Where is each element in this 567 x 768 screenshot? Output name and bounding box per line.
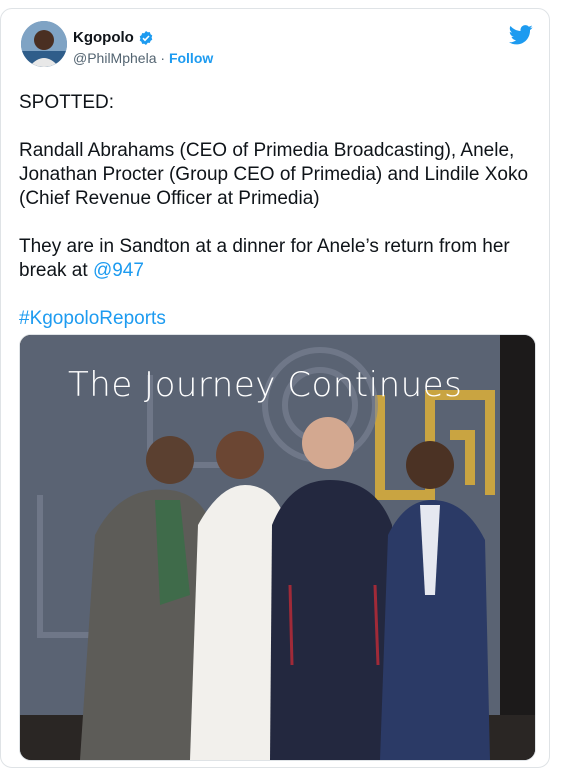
author-name-row: Kgopolo bbox=[73, 29, 154, 46]
handle[interactable]: @PhilMphela bbox=[73, 50, 156, 66]
tweet-card: Kgopolo @PhilMphela · Follow SPOTTED: Ra… bbox=[0, 8, 550, 768]
tweet-line-spotted: SPOTTED: bbox=[19, 92, 115, 113]
tweet-text: SPOTTED: Randall Abrahams (CEO of Primed… bbox=[19, 91, 531, 355]
tweet-photo[interactable]: The Journey Continues bbox=[19, 334, 536, 761]
display-name[interactable]: Kgopolo bbox=[73, 29, 134, 46]
handle-row: @PhilMphela · Follow bbox=[73, 50, 213, 66]
separator: · bbox=[160, 50, 166, 66]
twitter-bird-icon[interactable] bbox=[509, 25, 533, 45]
follow-button[interactable]: Follow bbox=[169, 50, 213, 66]
verified-badge-icon bbox=[139, 30, 153, 45]
avatar[interactable] bbox=[21, 21, 67, 67]
tweet-line-location: They are in Sandton at a dinner for Anel… bbox=[19, 235, 531, 283]
hashtag-link[interactable]: #KgopoloReports bbox=[19, 308, 166, 329]
photo-banner-text: The Journey Continues bbox=[68, 365, 463, 405]
mention-link[interactable]: @947 bbox=[93, 260, 144, 281]
tweet-line-names: Randall Abrahams (CEO of Primedia Broadc… bbox=[19, 140, 529, 209]
